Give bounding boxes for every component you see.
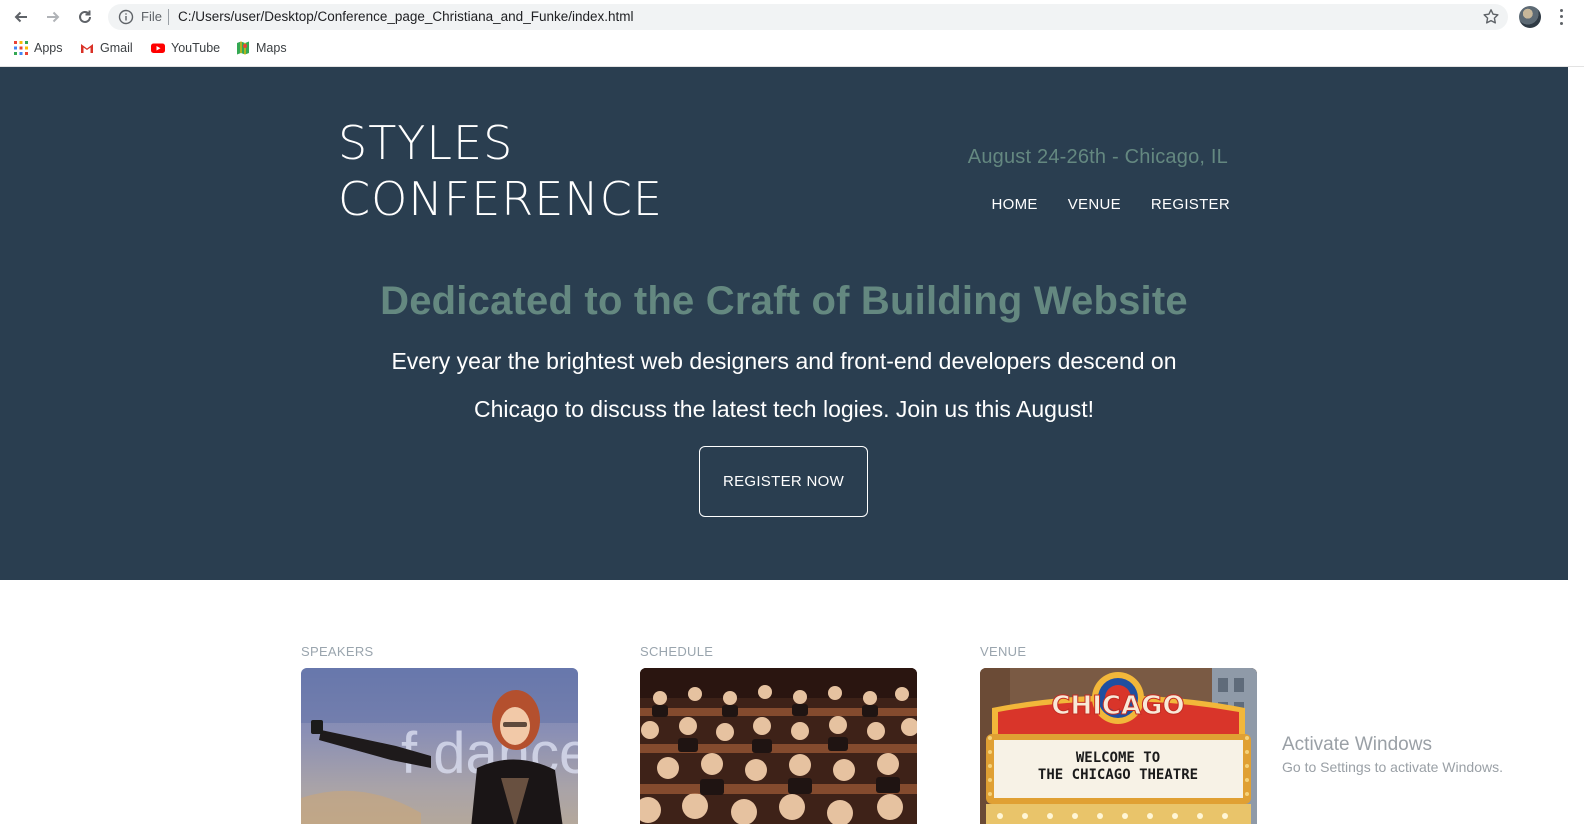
speakers-image[interactable]: f dance <box>301 668 578 824</box>
bookmark-maps[interactable]: Maps <box>236 41 287 55</box>
info-icon[interactable] <box>118 9 134 25</box>
hero-intro: Every year the brightest web designers a… <box>391 348 1177 422</box>
event-dates: August 24-26th - Chicago, IL <box>967 146 1228 168</box>
audience-photo-illustration <box>640 668 917 824</box>
bookmark-label: Maps <box>256 41 287 55</box>
bookmark-gmail[interactable]: Gmail <box>80 41 133 55</box>
site-logo[interactable]: STYLES CONFERENCE <box>338 115 663 227</box>
venue-teaser: VENUE CHICAGO WELCOME TO THE CHICAGO THE… <box>980 644 1257 824</box>
nav-home[interactable]: HOME <box>992 196 1038 213</box>
marquee-top-text: CHICAGO <box>1051 691 1184 721</box>
maps-icon <box>237 41 249 55</box>
primary-nav: HOME VENUE REGISTER <box>992 196 1230 213</box>
hero-section: STYLES CONFERENCE August 24-26th - Chica… <box>0 67 1568 580</box>
teaser-heading[interactable]: SCHEDULE <box>640 644 917 668</box>
watermark-title: Activate Windows <box>1282 734 1432 755</box>
teaser-heading[interactable]: SPEAKERS <box>301 644 578 668</box>
reload-button[interactable] <box>74 6 96 28</box>
teaser-heading[interactable]: VENUE <box>980 644 1257 668</box>
bookmark-apps[interactable]: Apps <box>14 41 63 55</box>
security-label: File <box>141 9 162 24</box>
reload-icon <box>79 10 91 23</box>
nav-register[interactable]: REGISTER <box>1151 196 1230 213</box>
bookmark-label: YouTube <box>171 41 221 55</box>
youtube-icon <box>151 43 165 53</box>
url-text[interactable]: C:/Users/user/Desktop/Conference_page_Ch… <box>178 9 634 24</box>
speakers-teaser: SPEAKERS f dance <box>301 644 578 824</box>
apps-grid-icon <box>14 41 28 55</box>
schedule-teaser: SCHEDULE <box>640 644 917 824</box>
bookmarks-bar: Apps Gmail YouTube Maps <box>0 34 1584 67</box>
back-button[interactable] <box>10 6 32 28</box>
browser-menu-button[interactable] <box>1556 7 1566 27</box>
gmail-icon <box>81 44 93 53</box>
hero-tagline: Dedicated to the Craft of Building Websi… <box>380 279 1188 323</box>
schedule-image[interactable] <box>640 668 917 824</box>
profile-avatar[interactable] <box>1519 6 1541 28</box>
bookmark-label: Gmail <box>100 41 133 55</box>
speaker-photo-illustration: f dance <box>301 668 578 824</box>
theatre-marquee-illustration: CHICAGO WELCOME TO THE CHICAGO THEATRE <box>980 668 1257 824</box>
omnibox-divider <box>168 9 169 25</box>
logo-line-1: STYLES <box>338 116 514 170</box>
bookmark-star-icon[interactable] <box>1482 8 1500 26</box>
nav-venue[interactable]: VENUE <box>1068 196 1121 213</box>
marquee-line-1: WELCOME TO <box>1076 750 1160 766</box>
forward-arrow-icon <box>47 11 60 23</box>
address-bar[interactable]: File C:/Users/user/Desktop/Conference_pa… <box>108 4 1508 30</box>
browser-toolbar: File C:/Users/user/Desktop/Conference_pa… <box>0 0 1584 34</box>
bookmark-label: Apps <box>34 41 63 55</box>
marquee-line-2: THE CHICAGO THEATRE <box>1038 767 1198 783</box>
register-now-button[interactable]: REGISTER NOW <box>699 446 868 517</box>
logo-line-2: CONFERENCE <box>338 172 663 226</box>
back-arrow-icon <box>14 11 27 23</box>
venue-image[interactable]: CHICAGO WELCOME TO THE CHICAGO THEATRE <box>980 668 1257 824</box>
watermark-subtitle: Go to Settings to activate Windows. <box>1282 759 1503 775</box>
bookmark-youtube[interactable]: YouTube <box>151 41 220 55</box>
windows-activation-watermark: Activate Windows Go to Settings to activ… <box>1282 734 1503 775</box>
forward-button[interactable] <box>42 6 64 28</box>
